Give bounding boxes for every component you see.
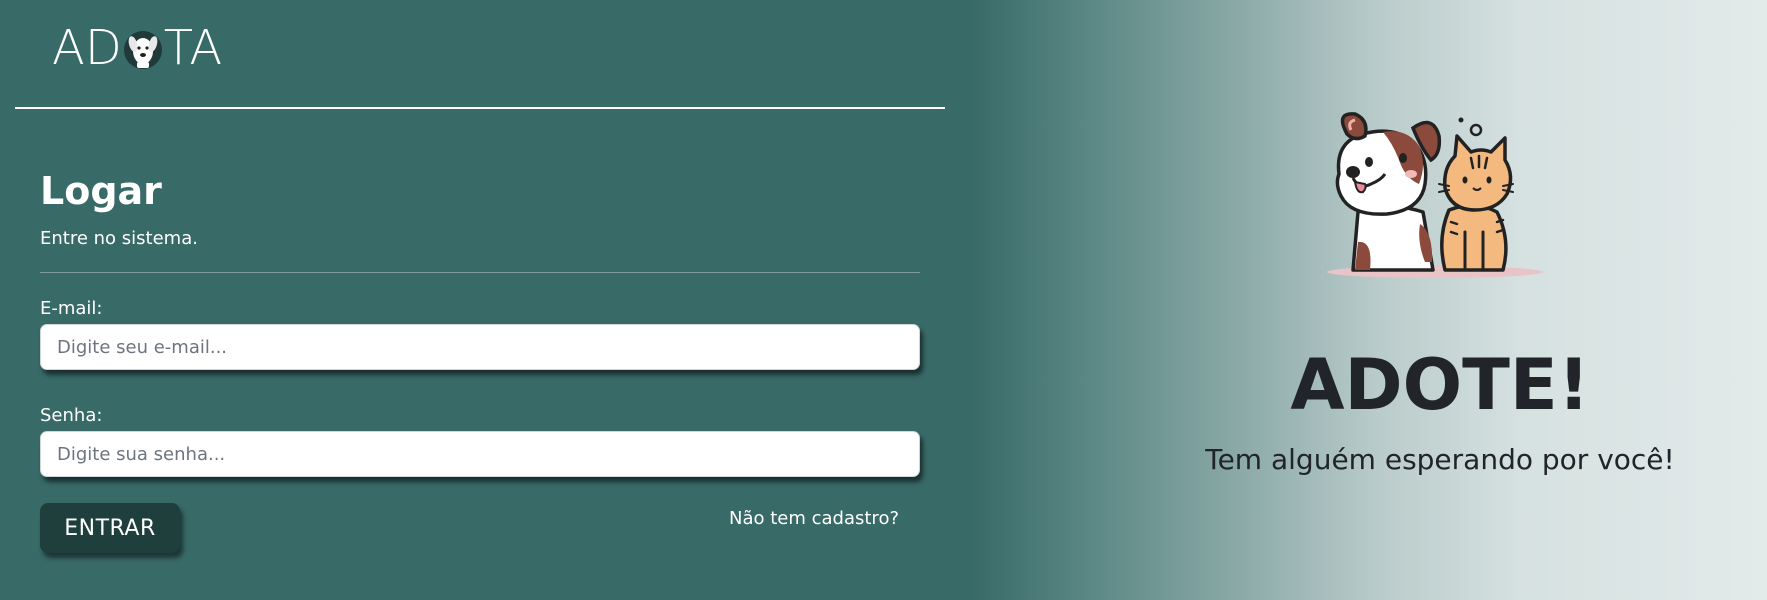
login-subtitle: Entre no sistema. [40, 228, 198, 249]
logo-text-left: AD [52, 20, 122, 76]
dog-and-cat-icon [1325, 112, 1555, 287]
register-link[interactable]: Não tem cadastro? [729, 506, 899, 532]
login-page: AD TA Logar Entre no sistema. E-mail: Se… [0, 0, 1767, 600]
login-button[interactable]: ENTRAR [40, 503, 180, 553]
logo-text-right: TA [163, 20, 223, 76]
login-title: Logar [40, 169, 162, 213]
dog-face-icon [123, 26, 163, 70]
brand-logo[interactable]: AD TA [52, 18, 222, 78]
email-field[interactable] [40, 324, 920, 370]
form-divider [40, 272, 920, 273]
header-divider [15, 107, 945, 109]
password-field[interactable] [40, 431, 920, 477]
email-label: E-mail: [40, 298, 103, 319]
hero-subtitle: Tem alguém esperando por você! [1205, 443, 1675, 476]
password-label: Senha: [40, 405, 103, 426]
hero-title: ADOTE! [1290, 344, 1590, 426]
